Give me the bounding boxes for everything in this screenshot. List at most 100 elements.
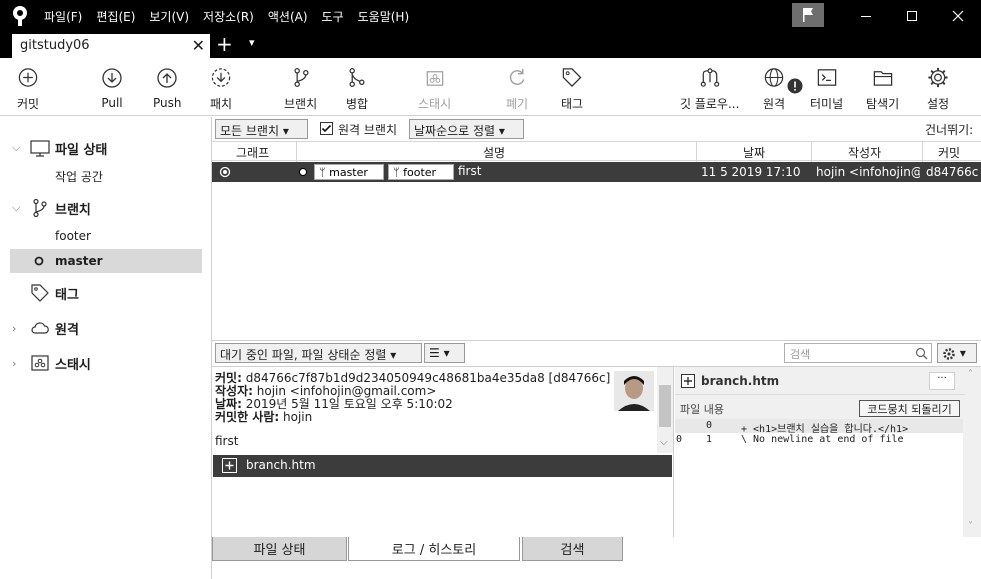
view-mode-dropdown[interactable]: ☰ ▾ xyxy=(424,343,465,363)
sidebar-branches[interactable]: ⌵ 브랜치 xyxy=(0,196,212,220)
merge-label: 병합 xyxy=(345,97,369,111)
repo-tab-close-icon[interactable]: ✕ xyxy=(192,36,205,55)
sidebar-file-status[interactable]: ⌵ 파일 상태 xyxy=(0,136,212,160)
tab-log-history[interactable]: 로그 / 히스토리 xyxy=(348,537,520,561)
column-header-date[interactable]: 날짜 xyxy=(743,144,765,161)
line-number-new: 0 xyxy=(706,420,713,431)
settings-button[interactable]: 설정 xyxy=(926,66,950,112)
tag-icon xyxy=(562,68,582,88)
tab-list-dropdown[interactable]: ▾ xyxy=(249,36,255,49)
commit-history-table: 그래프 설명 날짜 작성자 커밋 ᛘ master ᛘ footer first… xyxy=(212,141,981,341)
table-row[interactable]: ᛘ master ᛘ footer first 11 5 2019 17:10 … xyxy=(212,162,981,182)
menu-edit[interactable]: 편집(E) xyxy=(96,8,135,25)
menu-help[interactable]: 도움말(H) xyxy=(358,8,410,25)
sidebar-tags[interactable]: 태그 xyxy=(0,281,212,305)
commit-icon xyxy=(18,68,38,87)
terminal-icon xyxy=(817,69,836,86)
push-button[interactable]: Push xyxy=(153,66,182,112)
pull-label: Pull xyxy=(101,96,123,110)
maximize-button[interactable] xyxy=(889,0,935,32)
list-item[interactable]: branch.htm xyxy=(213,455,672,477)
scroll-down-icon[interactable]: ˅ xyxy=(968,521,973,532)
more-options-button[interactable]: ··· xyxy=(929,372,955,390)
revert-hunk-button[interactable]: 코드뭉치 되돌리기 xyxy=(859,400,960,417)
branch-name: master xyxy=(55,254,103,268)
chevron-right-icon[interactable]: › xyxy=(12,357,16,370)
diff-scrollbar[interactable]: ˄ ˅ xyxy=(965,367,981,537)
diff-body: 0 + <h1>브랜치 실습을 합니다.</h1> 0 1 \ No newli… xyxy=(675,419,963,537)
sidebar-item-footer[interactable]: footer xyxy=(0,224,212,248)
terminal-button[interactable]: 터미널 xyxy=(810,66,843,112)
branch-button[interactable]: 브랜치 xyxy=(284,66,317,112)
toolbar: 커밋 Pull Push 패치 브랜치 병합 스태시 폐기 태그 깃 플로우..… xyxy=(0,58,981,116)
stash-button[interactable]: 스태시 xyxy=(418,66,451,112)
diff-line-text: \ No newline at end of file xyxy=(741,434,904,445)
current-branch-icon xyxy=(34,256,44,266)
chevron-down-icon[interactable]: ⌵ xyxy=(12,201,20,215)
sidebar-stashes[interactable]: › 스태시 xyxy=(0,351,212,375)
chevron-down-icon[interactable]: ⌵ xyxy=(12,141,20,155)
commit-detail: 커밋: d84766c7f87b1d9d234050949c48681ba4e3… xyxy=(212,367,674,453)
discard-icon xyxy=(509,68,525,85)
menu-view[interactable]: 보기(V) xyxy=(149,8,189,25)
pull-button[interactable]: Pull xyxy=(100,66,124,112)
branch-icon xyxy=(293,68,309,87)
menu-tools[interactable]: 도구 xyxy=(322,8,344,25)
search-placeholder: 검색 xyxy=(790,348,811,361)
scrollbar-thumb[interactable] xyxy=(659,385,671,427)
flag-icon xyxy=(803,8,813,22)
remote-branches-checkbox[interactable] xyxy=(320,122,333,135)
stash-icon xyxy=(426,71,443,86)
sidebar-remotes[interactable]: › 원격 xyxy=(0,316,212,340)
branch-filter-dropdown[interactable]: 모든 브랜치 ▾ xyxy=(215,119,308,139)
discard-button[interactable]: 폐기 xyxy=(505,66,529,112)
repo-tab-title: gitstudy06 xyxy=(20,38,90,53)
repo-tab[interactable]: gitstudy06 ✕ xyxy=(12,34,210,58)
scroll-up-icon[interactable]: ˄ xyxy=(968,369,973,380)
chevron-right-icon[interactable]: › xyxy=(12,322,16,335)
menu-actions[interactable]: 액션(A) xyxy=(268,8,308,25)
commit-author: hojin <infohojin@ xyxy=(816,165,920,179)
column-header-description[interactable]: 설명 xyxy=(483,144,505,161)
fetch-button[interactable]: 패치 xyxy=(209,66,233,112)
tab-file-status[interactable]: 파일 상태 xyxy=(212,537,347,561)
remote-button[interactable]: 원격 xyxy=(762,66,786,112)
committer-line: 커밋한 사람: hojin xyxy=(215,408,312,425)
scroll-down-icon[interactable]: ⌵ xyxy=(660,437,668,448)
merge-button[interactable]: 병합 xyxy=(345,66,369,112)
column-header-graph[interactable]: 그래프 xyxy=(236,144,269,161)
options-dropdown[interactable]: ▾ xyxy=(937,343,977,363)
sidebar-file-status-label: 파일 상태 xyxy=(55,142,108,158)
maximize-icon xyxy=(907,11,917,21)
sort-order-dropdown[interactable]: 날짜순으로 정렬 ▾ xyxy=(409,119,524,139)
sidebar-item-master[interactable]: master xyxy=(10,249,202,273)
menu-file[interactable]: 파일(F) xyxy=(44,8,82,25)
search-input[interactable]: 검색 xyxy=(784,343,932,363)
flag-button[interactable] xyxy=(792,3,824,27)
menu-repository[interactable]: 저장소(R) xyxy=(203,8,254,25)
committer-value: hojin xyxy=(283,410,313,424)
line-number-new: 1 xyxy=(706,434,713,445)
list-icon: ☰ ▾ xyxy=(429,346,450,360)
sidebar-item-working-copy[interactable]: 작업 공간 xyxy=(0,164,212,188)
explorer-button[interactable]: 탐색기 xyxy=(866,66,899,112)
column-header-author[interactable]: 작성자 xyxy=(848,144,881,161)
close-window-button[interactable] xyxy=(935,0,981,32)
gitflow-button[interactable]: 깃 플로우... xyxy=(680,66,739,112)
sidebar-working-copy-label: 작업 공간 xyxy=(55,169,103,184)
tab-search[interactable]: 검색 xyxy=(522,537,623,561)
table-header: 그래프 설명 날짜 작성자 커밋 xyxy=(212,141,981,162)
detail-scrollbar[interactable]: ⌵ xyxy=(657,367,673,453)
lower-pane-bar: 대기 중인 파일, 파일 상태순 정렬 ▾ ☰ ▾ 검색 ▾ xyxy=(212,341,981,367)
branch-mini-icon: ᛘ xyxy=(319,166,330,179)
warning-badge-icon xyxy=(787,78,803,94)
file-sort-dropdown[interactable]: 대기 중인 파일, 파일 상태순 정렬 ▾ xyxy=(215,343,422,363)
new-tab-button[interactable]: + xyxy=(216,32,233,56)
commit-button[interactable]: 커밋 xyxy=(16,66,40,112)
diff-header: branch.htm ··· xyxy=(675,367,965,395)
minimize-button[interactable] xyxy=(843,0,889,32)
commit-message-text: first xyxy=(215,434,239,448)
column-header-commit[interactable]: 커밋 xyxy=(938,144,960,161)
pull-icon xyxy=(102,68,122,88)
tag-button[interactable]: 태그 xyxy=(560,66,584,112)
